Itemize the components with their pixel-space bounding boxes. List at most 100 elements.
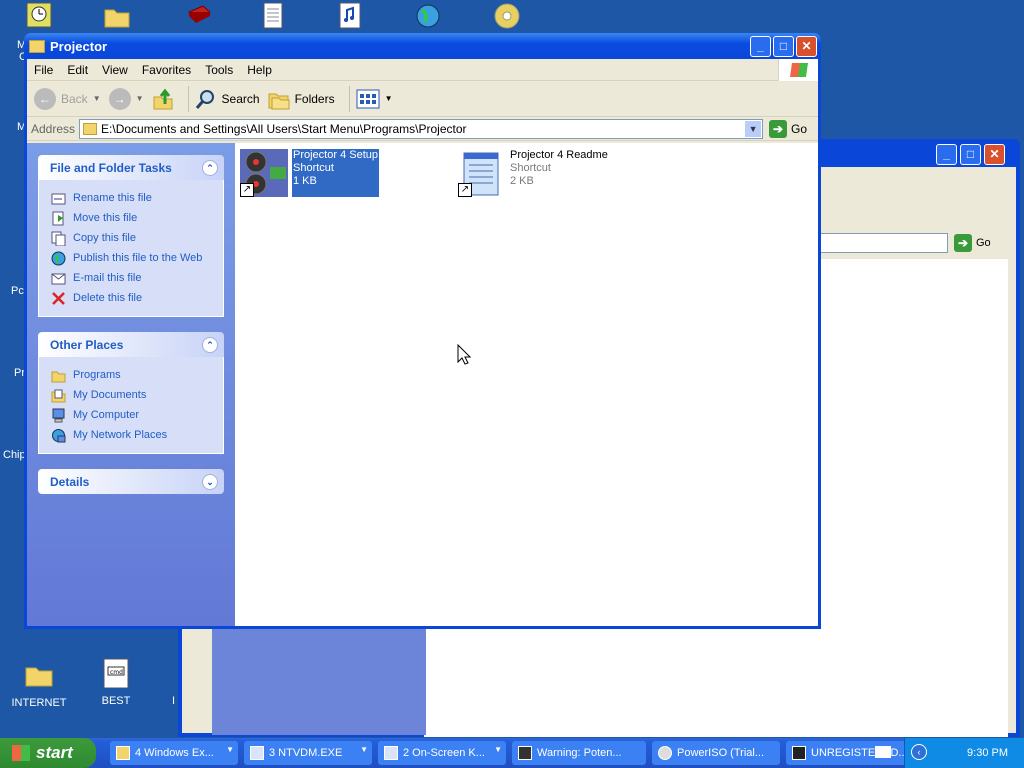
chevron-down-icon[interactable]: ▼ (745, 120, 762, 137)
taskbar-item-label: PowerISO (Trial... (677, 747, 764, 759)
close-button[interactable]: ✕ (796, 36, 817, 57)
folders-button[interactable]: Folders (268, 88, 335, 110)
folder-icon (104, 9, 130, 28)
place-programs[interactable]: Programs (51, 365, 223, 385)
panel-title: Details (50, 474, 90, 489)
clock[interactable]: 9:30 PM (967, 747, 1008, 759)
address-input[interactable]: E:\Documents and Settings\All Users\Star… (79, 118, 764, 139)
place-my-computer[interactable]: My Computer (51, 405, 223, 425)
file-size: 2 KB (510, 175, 534, 187)
task-rename[interactable]: Rename this file (51, 188, 223, 208)
window-client: File Edit View Favorites Tools Help ← Ba… (27, 59, 818, 626)
menu-view[interactable]: View (95, 63, 135, 77)
taskbar-item[interactable]: 4 Windows Ex... ▼ (110, 741, 238, 765)
place-label: My Documents (73, 389, 147, 401)
shortcut-arrow-icon: ↗ (240, 183, 254, 197)
minimize-button[interactable]: _ (936, 144, 957, 165)
desktop-top-icon-7[interactable] (493, 2, 521, 30)
background-address-field[interactable] (818, 233, 948, 253)
task-delete[interactable]: Delete this file (51, 288, 223, 308)
desktop-top-icon-1[interactable] (26, 2, 54, 30)
audio-file-icon (339, 2, 361, 29)
minimize-button[interactable]: _ (750, 36, 771, 57)
background-go-button[interactable]: ➔ Go (954, 234, 991, 252)
task-label: Rename this file (73, 192, 152, 204)
menu-edit[interactable]: Edit (60, 63, 95, 77)
close-button[interactable]: ✕ (984, 144, 1005, 165)
desktop-top-icon-5[interactable] (337, 2, 365, 30)
place-label: My Network Places (73, 429, 168, 441)
desktop-icon-best[interactable]: cmd BEST (86, 658, 146, 707)
film-projector-icon: ↗ (240, 149, 288, 197)
mouse-cursor-icon (457, 344, 471, 365)
windows-logo-icon (12, 745, 30, 761)
chevron-down-icon[interactable]: ▼ (136, 94, 144, 103)
chevron-down-icon[interactable]: ▼ (385, 94, 393, 103)
chevron-left-icon[interactable]: ‹ (911, 744, 927, 760)
panel-body: Programs My Documents My Computer My Net… (38, 357, 224, 454)
panel-header[interactable]: Details ⌄ (38, 469, 224, 494)
title-bar[interactable]: Projector (24, 33, 821, 59)
warning-icon (518, 746, 532, 760)
menu-help[interactable]: Help (240, 63, 279, 77)
desktop-top-icon-3[interactable] (185, 2, 213, 30)
task-label: Publish this file to the Web (73, 252, 203, 264)
toolbar-separator (187, 85, 189, 112)
back-button[interactable]: ← Back ▼ (34, 87, 101, 110)
panel-title: Other Places (50, 337, 124, 352)
desktop-label-fragment: Chip (3, 449, 26, 461)
task-email[interactable]: E-mail this file (51, 268, 223, 288)
panel-header[interactable]: Other Places ⌃ (38, 332, 224, 357)
search-button[interactable]: Search (195, 88, 260, 110)
maximize-button[interactable]: □ (960, 144, 981, 165)
file-item[interactable]: ↗ Projector 4 Setup Shortcut 1 KB (240, 149, 379, 197)
clock-icon (26, 2, 52, 28)
task-publish[interactable]: Publish this file to the Web (51, 248, 223, 268)
place-my-documents[interactable]: My Documents (51, 385, 223, 405)
task-label: Copy this file (73, 232, 136, 244)
up-folder-button[interactable] (152, 88, 174, 110)
views-button[interactable]: ▼ (356, 89, 393, 109)
menu-favorites[interactable]: Favorites (135, 63, 198, 77)
place-my-network[interactable]: My Network Places (51, 425, 223, 445)
go-arrow-icon: ➔ (954, 234, 972, 252)
folder-icon (51, 371, 66, 382)
task-label: Delete this file (73, 292, 143, 304)
file-item[interactable]: ↗ Projector 4 Readme Shortcut 2 KB (458, 149, 608, 197)
toolbar: ← Back ▼ → ▼ Search Folders ▼ (27, 81, 818, 117)
toolbar-separator (348, 85, 350, 112)
keyboard-icon[interactable] (875, 746, 891, 758)
application-icon (792, 746, 806, 760)
desktop-top-icon-4[interactable] (260, 2, 288, 30)
taskbar: start 4 Windows Ex... ▼ 3 NTVDM.EXE ▼ 2 … (0, 738, 1024, 768)
chevron-down-icon: ▼ (226, 745, 234, 754)
menu-file[interactable]: File (27, 63, 60, 77)
explorer-window[interactable]: Projector _ □ ✕ File Edit View Favorites… (24, 33, 821, 629)
desktop-top-icon-6[interactable] (414, 2, 442, 30)
move-icon (52, 211, 64, 225)
taskbar-item-label: Warning: Poten... (537, 747, 622, 759)
panel-title: File and Folder Tasks (50, 160, 172, 175)
desktop-top-icon-2[interactable] (103, 2, 131, 30)
menu-tools[interactable]: Tools (198, 63, 240, 77)
desktop-icon-internet[interactable]: INTERNET (9, 660, 69, 709)
forward-button[interactable]: → ▼ (108, 87, 144, 110)
maximize-button[interactable]: □ (773, 36, 794, 57)
taskbar-item[interactable]: PowerISO (Trial... (652, 741, 780, 765)
documents-icon (51, 389, 66, 402)
collapse-chevron-icon[interactable]: ⌃ (202, 159, 218, 176)
start-button[interactable]: start (0, 738, 96, 768)
task-move[interactable]: Move this file (51, 208, 223, 228)
taskbar-item[interactable]: 2 On-Screen K... ▼ (378, 741, 506, 765)
expand-chevron-icon[interactable]: ⌄ (202, 473, 218, 490)
go-button[interactable]: ➔ Go (769, 119, 807, 138)
collapse-chevron-icon[interactable]: ⌃ (202, 336, 218, 353)
taskbar-item[interactable]: Warning: Poten... (512, 741, 646, 765)
panel-header[interactable]: File and Folder Tasks ⌃ (38, 155, 224, 180)
task-copy[interactable]: Copy this file (51, 228, 223, 248)
chevron-down-icon[interactable]: ▼ (93, 94, 101, 103)
back-label: Back (61, 91, 88, 106)
taskbar-item[interactable]: 3 NTVDM.EXE ▼ (244, 741, 372, 765)
system-tray: ‹ 9:30 PM (875, 738, 1024, 768)
window-title: Projector (50, 38, 108, 54)
